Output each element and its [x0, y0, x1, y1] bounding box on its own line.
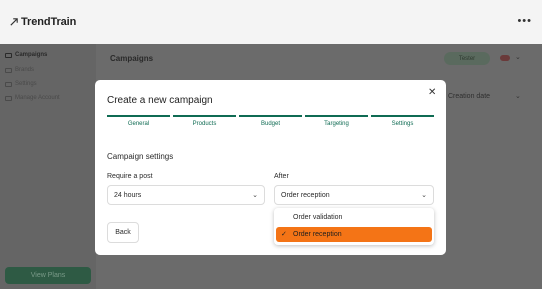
more-dots-icon[interactable]: ••• — [517, 15, 532, 27]
tester-button[interactable]: Tester — [444, 52, 490, 65]
sidebar-item-label: Manage Account — [15, 95, 60, 101]
step-settings[interactable]: Settings — [371, 115, 434, 127]
require-post-select[interactable]: 24 hours ⌄ — [107, 185, 265, 205]
view-plans-label: View Plans — [30, 272, 66, 279]
after-dropdown-menu: Order validation ✓ Order reception — [274, 208, 434, 245]
sidebar-item-label: Brands — [15, 67, 35, 73]
create-campaign-modal: Create a new campaign ✕ General Products… — [95, 80, 446, 255]
section-title: Campaign settings — [107, 152, 174, 161]
sidebar-item-label: Campaigns — [15, 52, 48, 58]
step-bar — [173, 115, 236, 117]
step-budget[interactable]: Budget — [239, 115, 302, 127]
step-general[interactable]: General — [107, 115, 170, 127]
require-post-value: 24 hours — [114, 191, 142, 199]
option-label: Order reception — [293, 231, 342, 238]
tag-icon — [5, 67, 12, 73]
bottom-strip — [0, 289, 542, 305]
step-label: Products — [192, 121, 217, 127]
chevron-down-icon: ⌄ — [421, 192, 427, 199]
page: TrendTrain ••• Campaigns Brands Settings… — [0, 0, 542, 305]
after-select[interactable]: Order reception ⌄ — [274, 185, 434, 205]
sidebar-item-settings[interactable]: Settings — [5, 81, 37, 87]
after-value: Order reception — [281, 191, 330, 199]
stepper: General Products Budget Targeting Settin… — [107, 115, 434, 127]
back-button[interactable]: Back — [107, 222, 139, 243]
sidebar-item-brands[interactable]: Brands — [5, 67, 34, 73]
sort-select[interactable]: Creation date — [448, 93, 490, 100]
step-targeting[interactable]: Targeting — [305, 115, 368, 127]
megaphone-icon — [5, 52, 12, 58]
back-label: Back — [115, 229, 131, 236]
view-plans-button[interactable]: View Plans — [5, 267, 91, 284]
chevron-down-icon[interactable]: ⌄ — [515, 92, 521, 100]
step-label: Budget — [260, 121, 281, 127]
app-brand: TrendTrain — [21, 16, 77, 28]
require-post-label: Require a post — [107, 173, 153, 180]
user-icon — [5, 95, 12, 101]
language-flag-icon[interactable] — [500, 55, 510, 61]
option-order-validation[interactable]: Order validation — [276, 210, 432, 225]
step-bar — [107, 115, 170, 117]
option-label: Order validation — [293, 214, 343, 221]
tester-label: Tester — [458, 55, 476, 62]
gear-icon — [5, 81, 12, 87]
check-icon: ✓ — [281, 231, 287, 238]
page-title: Campaigns — [110, 54, 154, 63]
step-label: Settings — [391, 121, 414, 127]
after-label: After — [274, 173, 289, 180]
sidebar-item-manage-account[interactable]: Manage Account — [5, 95, 60, 101]
chevron-down-icon[interactable]: ⌄ — [515, 53, 521, 61]
sidebar-item-label: Settings — [15, 81, 37, 87]
logo-icon — [10, 18, 18, 26]
step-bar — [305, 115, 368, 117]
sidebar-item-campaigns[interactable]: Campaigns — [5, 52, 47, 58]
top-bar: TrendTrain ••• — [0, 0, 542, 44]
step-bar — [371, 115, 434, 117]
option-order-reception[interactable]: ✓ Order reception — [276, 227, 432, 242]
step-label: Targeting — [324, 121, 349, 127]
close-icon[interactable]: ✕ — [428, 87, 436, 98]
modal-title: Create a new campaign — [107, 95, 213, 106]
chevron-down-icon: ⌄ — [252, 192, 258, 199]
step-label: General — [127, 121, 150, 127]
step-products[interactable]: Products — [173, 115, 236, 127]
step-bar — [239, 115, 302, 117]
